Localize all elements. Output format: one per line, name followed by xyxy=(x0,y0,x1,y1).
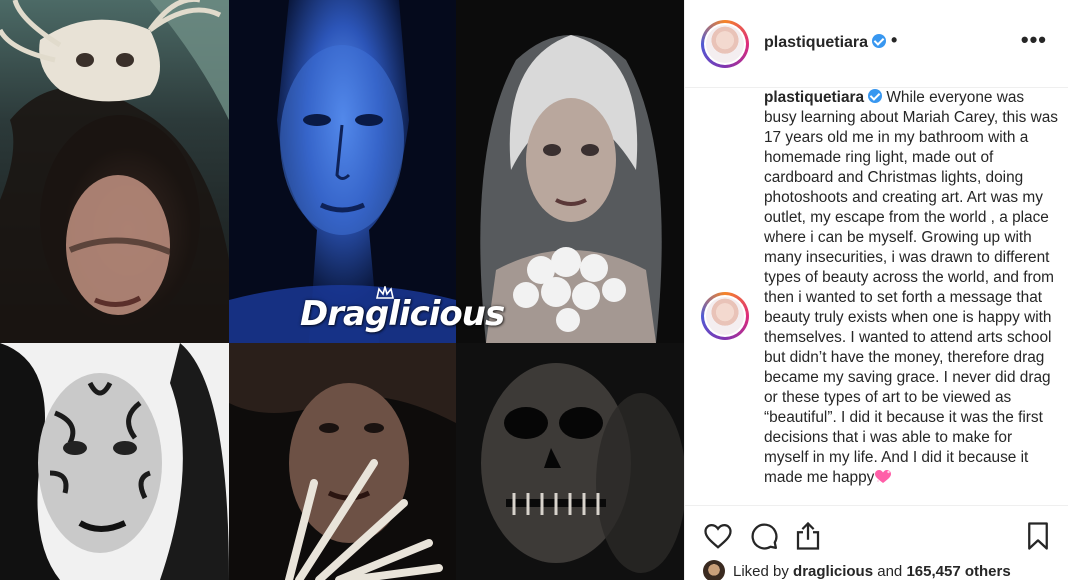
photo-collage[interactable] xyxy=(0,0,684,580)
photo-skull-headdress xyxy=(0,0,229,343)
photo-veiled-bride xyxy=(456,0,684,343)
comment-button[interactable] xyxy=(749,521,779,551)
caption-author-avatar[interactable] xyxy=(701,292,749,340)
photo-skull-face xyxy=(456,343,684,580)
author-avatar[interactable] xyxy=(701,20,749,68)
bookmark-icon xyxy=(1028,522,1048,550)
share-button[interactable] xyxy=(793,521,823,551)
save-button[interactable] xyxy=(1023,521,1053,551)
photo-blue-face xyxy=(229,0,456,343)
more-options-button[interactable]: ••• xyxy=(1021,29,1047,51)
post-detail-panel: plastiquetiara • ••• plastiquetiara While… xyxy=(684,0,1068,580)
likes-connector: and xyxy=(877,563,903,580)
post-caption: plastiquetiara While everyone was busy l… xyxy=(764,88,1060,488)
separator-dot: • xyxy=(891,30,898,50)
share-icon xyxy=(796,521,820,550)
liker-avatar[interactable] xyxy=(703,560,725,580)
verified-badge-icon xyxy=(868,89,883,103)
caption-username[interactable]: plastiquetiara xyxy=(764,89,864,106)
likes-prefix: Liked by xyxy=(733,563,789,580)
instagram-post: Draglicious plastiquetiara • ••• plastiqu… xyxy=(0,0,1068,580)
verified-badge-icon xyxy=(872,34,887,48)
photo-tiger-makeup xyxy=(0,343,229,580)
sparkling-heart-icon xyxy=(875,470,892,483)
post-header: plastiquetiara • ••• xyxy=(685,0,1068,88)
liker-username[interactable]: draglicious xyxy=(793,563,873,580)
like-button[interactable] xyxy=(703,521,733,551)
author-username[interactable]: plastiquetiara xyxy=(764,34,868,51)
likes-count[interactable]: 165,457 others xyxy=(906,563,1010,580)
caption-text: While everyone was busy learning about M… xyxy=(764,89,1058,486)
likes-summary: Liked by draglicious and 165,457 others xyxy=(703,560,1011,580)
photo-claw-hand xyxy=(229,343,456,580)
comment-bubble-icon xyxy=(751,523,778,550)
author-username-row: plastiquetiara • xyxy=(764,30,898,52)
heart-outline-icon xyxy=(704,523,732,549)
